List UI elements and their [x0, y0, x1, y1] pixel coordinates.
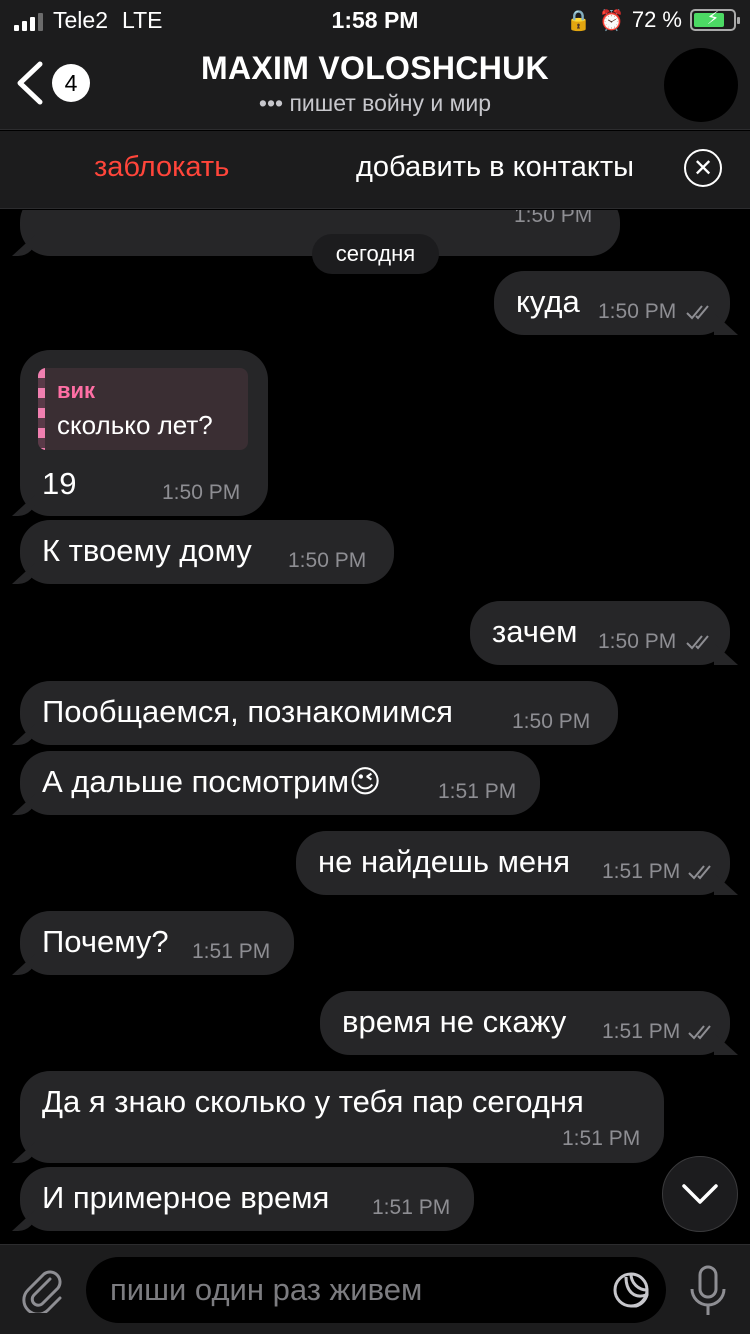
date-separator: сегодня: [312, 234, 439, 274]
message-time: 1:50 PM: [512, 710, 591, 733]
message-text: не найдешь меня: [318, 844, 571, 879]
avatar[interactable]: [664, 48, 738, 122]
message-time: 1:51 PM: [602, 1020, 681, 1043]
reply-text: сколько лет?: [57, 410, 213, 440]
message-bubble[interactable]: А дальше посмотрим😉 1:51 PM: [20, 751, 540, 815]
message-text: Да я знаю сколько у тебя пар сегодня: [42, 1084, 584, 1119]
scroll-down-icon: [682, 1184, 718, 1204]
status-right: 🔒 ⏰ 72 % ⚡: [566, 7, 740, 33]
message-text: Почему?: [42, 924, 169, 959]
message-bubble[interactable]: Пообщаемся, познакомимся 1:50 PM: [20, 681, 618, 745]
message-bubble[interactable]: Почему? 1:51 PM: [20, 911, 294, 975]
action-bar: заблокать добавить в контакты ✕: [0, 131, 750, 209]
message-bubble[interactable]: время не скажу 1:51 PM: [320, 991, 730, 1055]
message-time: 1:50 PM: [288, 549, 367, 572]
message-time: 1:50 PM: [514, 210, 593, 227]
input-bar: [0, 1244, 750, 1334]
message-list[interactable]: 1:50 PM сегодня куда 1:50 PM вик сколько…: [0, 210, 750, 1244]
message-text: Пообщаемся, познакомимся: [42, 694, 453, 729]
attach-icon[interactable]: [20, 1267, 66, 1313]
message-time: 1:51 PM: [192, 940, 271, 963]
chat-header: 4 MAXIM VOLOSHCHUK ••• пишет войну и мир: [0, 40, 750, 130]
message-bubble[interactable]: Да я знаю сколько у тебя пар сегодня 1:5…: [20, 1071, 664, 1163]
add-contact-button[interactable]: добавить в контакты: [356, 151, 634, 184]
message-field[interactable]: [86, 1257, 666, 1323]
mic-icon[interactable]: [688, 1265, 728, 1317]
double-check-icon: [686, 635, 709, 650]
message-bubble[interactable]: не найдешь меня 1:51 PM: [296, 831, 730, 895]
sticker-icon[interactable]: [612, 1271, 650, 1309]
message-text: зачем: [492, 614, 578, 649]
message-time: 1:51 PM: [602, 860, 681, 883]
message-bubble[interactable]: куда 1:50 PM: [494, 271, 730, 335]
message-text: 19: [42, 466, 77, 501]
message-text: куда: [516, 284, 580, 319]
close-circle-icon[interactable]: ✕: [684, 149, 722, 187]
message-text: А дальше посмотрим😉: [42, 764, 382, 799]
message-text: И примерное время: [42, 1180, 330, 1215]
message-time: 1:50 PM: [598, 630, 677, 653]
reply-accent-bar: [38, 368, 45, 450]
scroll-down-button[interactable]: [662, 1156, 738, 1232]
message-bubble[interactable]: К твоему дому 1:50 PM: [20, 520, 394, 584]
typing-status: ••• пишет войну и мир: [258, 90, 492, 116]
battery-icon: ⚡: [690, 8, 740, 31]
message-bubble[interactable]: вик сколько лет? 19 1:50 PM: [20, 350, 268, 516]
message-time: 1:51 PM: [438, 780, 517, 803]
message-input[interactable]: [110, 1257, 610, 1323]
reply-author: вик: [57, 378, 96, 403]
message-bubble[interactable]: И примерное время 1:51 PM: [20, 1167, 474, 1231]
double-check-icon: [686, 305, 709, 320]
reply-preview[interactable]: вик сколько лет?: [38, 368, 248, 450]
message-text: время не скажу: [342, 1004, 567, 1039]
chat-title[interactable]: MAXIM VOLOSHCHUK: [0, 50, 750, 87]
alarm-icon: ⏰: [598, 9, 624, 32]
orientation-lock-icon: 🔒: [566, 9, 591, 32]
double-check-icon: [688, 865, 711, 880]
message-time: 1:50 PM: [598, 300, 677, 323]
message-time: 1:51 PM: [372, 1196, 451, 1219]
status-bar: Tele2 LTE 1:58 PM 🔒 ⏰ 72 % ⚡: [0, 0, 750, 40]
message-text: К твоему дому: [42, 533, 252, 568]
message-bubble[interactable]: зачем 1:50 PM: [470, 601, 730, 665]
double-check-icon: [688, 1025, 711, 1040]
block-button[interactable]: заблокать: [94, 151, 229, 184]
message-time: 1:51 PM: [562, 1127, 641, 1150]
message-time: 1:50 PM: [162, 481, 241, 504]
battery-percent: 72 %: [631, 7, 682, 32]
